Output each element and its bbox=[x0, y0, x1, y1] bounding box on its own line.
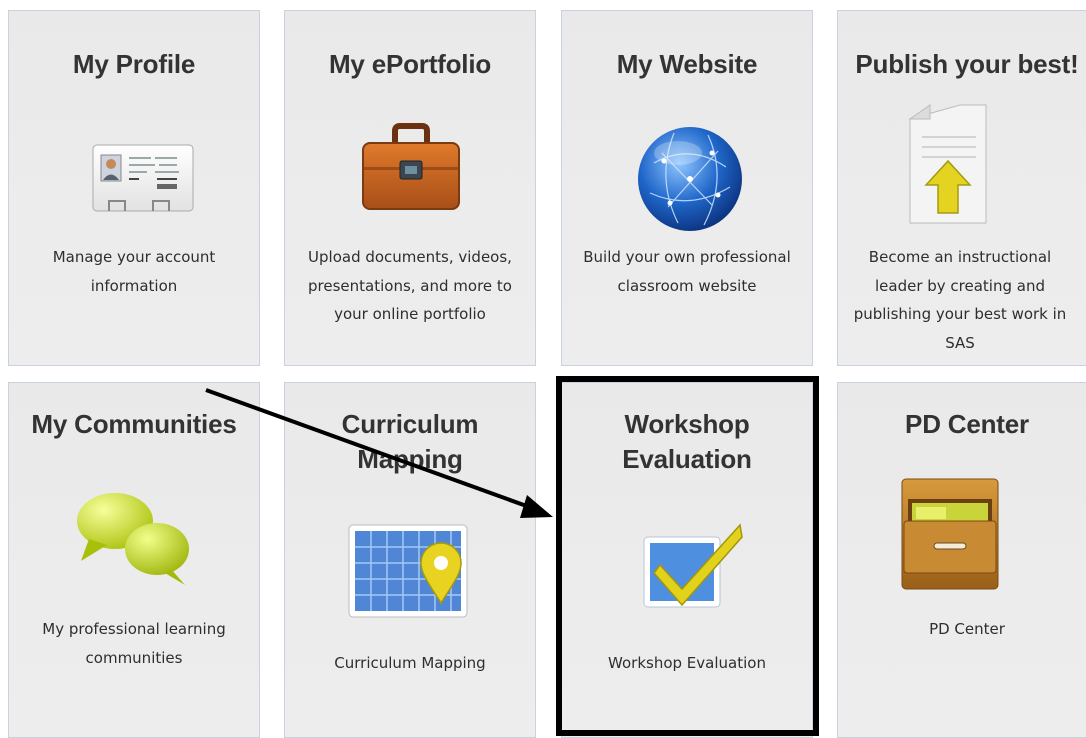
tile-publish-your-best[interactable]: Publish your best! Become an instruction… bbox=[837, 10, 1086, 366]
tile-my-profile[interactable]: My Profile Manage your account informati… bbox=[8, 10, 260, 366]
tile-curriculum-mapping[interactable]: Curriculum Mapping Curriculum Mapping bbox=[284, 382, 536, 738]
tile-pd-center[interactable]: PD Center PD Center bbox=[837, 382, 1086, 738]
tile-title: Publish your best! bbox=[855, 49, 1079, 79]
tile-my-eportfolio[interactable]: My ePortfolio Upload documents, videos, … bbox=[284, 10, 536, 366]
tile-description: PD Center bbox=[929, 620, 1005, 638]
document-upload-icon bbox=[906, 103, 990, 227]
tile-my-website[interactable]: My Website Build your own professional c… bbox=[561, 10, 813, 366]
speech-bubbles-icon bbox=[73, 489, 193, 589]
tile-description: Become an instructional leader by creati… bbox=[853, 248, 1067, 352]
tile-description: Upload documents, videos, presentations,… bbox=[308, 248, 512, 323]
tile-title: PD Center bbox=[905, 409, 1029, 439]
id-card-icon bbox=[91, 143, 195, 215]
tile-description: My professional learning communities bbox=[42, 620, 226, 667]
tile-title: Workshop Evaluation bbox=[622, 409, 752, 474]
tile-my-communities[interactable]: My Communities My professional learning … bbox=[8, 382, 260, 738]
tile-description: Curriculum Mapping bbox=[334, 654, 486, 672]
tile-title: My ePortfolio bbox=[328, 49, 492, 79]
briefcase-icon bbox=[359, 123, 463, 213]
tile-description: Build your own professional classroom we… bbox=[583, 248, 791, 295]
tile-title: Curriculum Mapping bbox=[341, 409, 479, 474]
tile-title: My Website bbox=[616, 49, 758, 79]
tile-description: Manage your account information bbox=[52, 248, 216, 295]
tile-title: My Profile bbox=[72, 49, 196, 79]
map-pin-icon bbox=[347, 523, 471, 621]
tile-title: My Communities bbox=[31, 409, 237, 439]
file-cabinet-icon bbox=[898, 475, 1002, 593]
tile-workshop-evaluation[interactable]: Workshop Evaluation Workshop Evaluation bbox=[561, 382, 813, 738]
checkmark-icon bbox=[642, 519, 746, 611]
tile-description: Workshop Evaluation bbox=[608, 654, 766, 672]
globe-icon bbox=[634, 123, 746, 235]
